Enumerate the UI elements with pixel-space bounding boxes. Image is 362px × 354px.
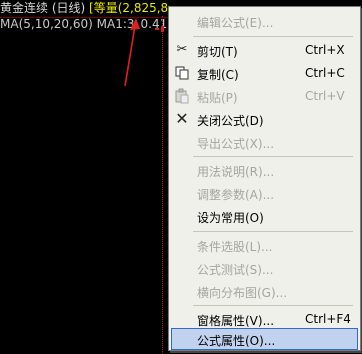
menu-item-edit-formula[interactable]: 编辑公式(E)... — [171, 10, 358, 32]
instrument-name: 黄金连续 (日线) — [0, 1, 86, 15]
menu-item-close-formula[interactable]: ✕ 关闭公式(D) — [171, 108, 358, 130]
close-icon: ✕ — [175, 109, 189, 128]
menu-item-usage[interactable]: 用法说明(R)... — [171, 159, 358, 181]
menu-item-adjust-params[interactable]: 调整参数(A)... — [171, 182, 358, 204]
annotation-arrow-icon — [124, 18, 140, 87]
menu-separator — [193, 231, 353, 232]
menu-separator — [193, 305, 353, 306]
menu-item-set-common[interactable]: 设为常用(O) — [171, 205, 358, 227]
menu-item-formula-test[interactable]: 公式测试(S)... — [171, 257, 358, 279]
menu-item-copy[interactable]: 复制(C) Ctrl+C — [171, 62, 358, 84]
scissors-icon: ✂ — [176, 42, 188, 57]
price-tick — [155, 28, 159, 30]
menu-item-export-formula[interactable]: 导出公式(X)... — [171, 131, 358, 153]
price-tick — [161, 26, 164, 32]
context-menu: 编辑公式(E)... ✂ 剪切(T) Ctrl+X 复制(C) Ctrl+C 粘… — [168, 6, 361, 351]
menu-item-condition-select[interactable]: 条件选股(L)... — [171, 234, 358, 256]
menu-item-formula-properties[interactable]: 公式属性(O)... — [171, 328, 358, 350]
volume-indicator: [等量(2,825,8 — [89, 1, 169, 15]
menu-separator — [193, 156, 353, 157]
cursor-crosshair-line — [162, 16, 163, 354]
chart-title: 黄金连续 (日线) [等量(2,825,8 — [0, 0, 168, 16]
menu-item-paste[interactable]: 粘贴(P) Ctrl+V — [171, 85, 358, 107]
menu-item-distribution-chart[interactable]: 横向分布图(G)... — [171, 280, 358, 302]
menu-item-cut[interactable]: ✂ 剪切(T) Ctrl+X — [171, 39, 358, 61]
chart-top-border — [0, 17, 170, 18]
ma-indicator-line: MA(5,10,20,60) MA1:3 0.41 — [0, 16, 167, 32]
paste-icon — [174, 88, 190, 104]
menu-item-pane-properties[interactable]: 窗格属性(V)... Ctrl+F4 — [171, 308, 358, 330]
menu-separator — [193, 36, 353, 37]
copy-icon — [174, 65, 190, 81]
